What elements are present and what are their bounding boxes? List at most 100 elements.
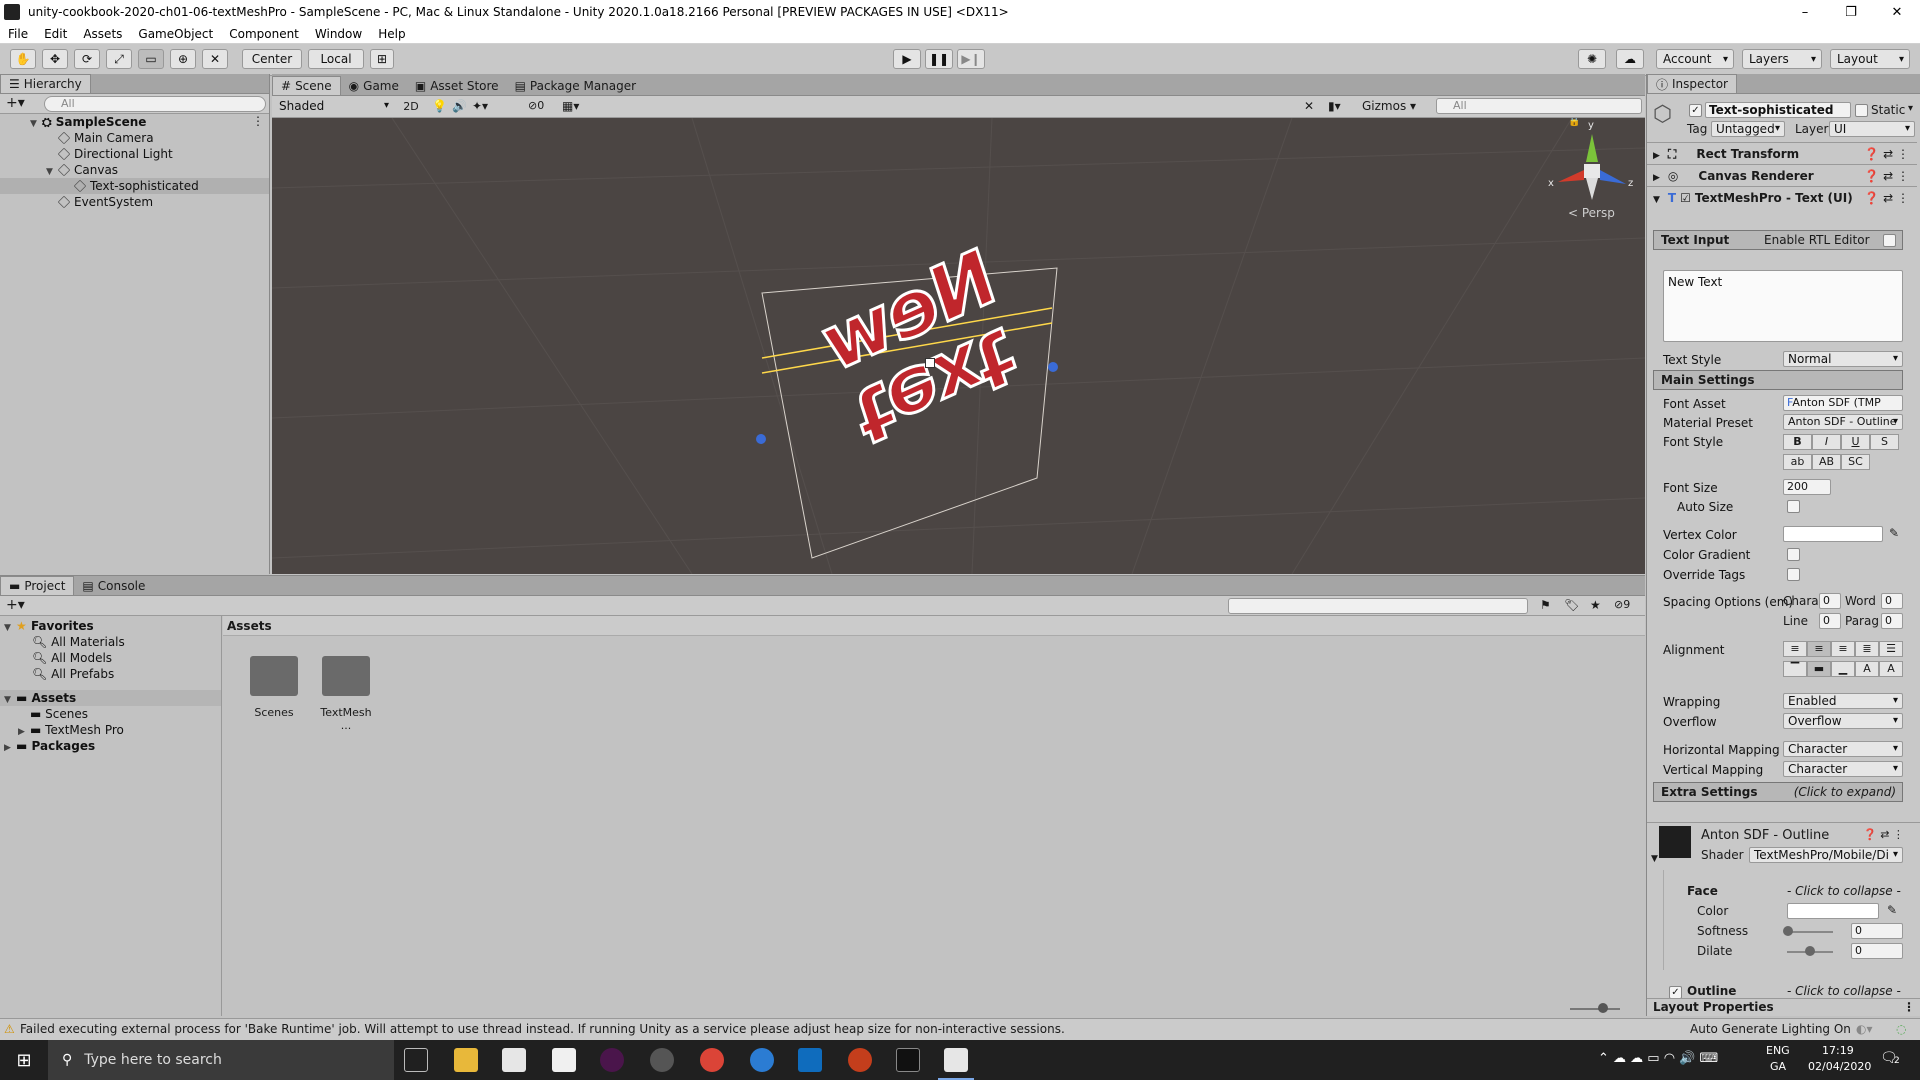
scene-search-input[interactable]: All [1436,98,1642,114]
kebab-menu-icon[interactable]: ⋮ [252,114,264,128]
tree-item-directional-light[interactable]: Directional Light [57,146,173,162]
filter-type-icon[interactable]: ⚑ [1540,598,1551,612]
expand-arrow-icon[interactable]: ▼ [4,692,16,708]
status-bar[interactable]: ⚠ Failed executing external process for … [0,1018,1920,1040]
tab-inspector[interactable]: ⓘ Inspector [1647,74,1737,93]
foldout-arrow-icon[interactable]: ▶ [1653,173,1660,183]
store-icon[interactable] [552,1048,576,1072]
tab-scene[interactable]: # Scene [272,76,341,95]
language-en[interactable]: ENG [1766,1044,1790,1057]
unity-hub-icon[interactable] [502,1048,526,1072]
transform-tool-icon[interactable]: ⊕ [170,49,196,69]
favorite-all-prefabs[interactable]: 🔍︎ All Prefabs [32,666,114,682]
component-canvas-renderer[interactable]: ▶ ◎ Canvas Renderer ❓ ⇄ ⋮ [1647,164,1917,186]
face-label[interactable]: Face [1687,884,1718,898]
text-input-header[interactable]: Text Input Enable RTL Editor [1653,230,1903,250]
vertical-mapping-dropdown[interactable]: Character [1783,761,1903,777]
create-icon[interactable]: +▾ [6,597,25,613]
maximize-button[interactable]: ❐ [1828,0,1874,24]
tab-project[interactable]: ▬ Project [0,576,75,595]
clock-date[interactable]: 02/04/2020 [1808,1060,1871,1073]
menu-file[interactable]: File [0,27,36,41]
align-center-icon[interactable]: ≡ [1807,641,1831,657]
menu-component[interactable]: Component [221,27,307,41]
material-actions-icon[interactable]: ❓ ⇄ ⋮ [1863,828,1904,841]
kebab-menu-icon[interactable]: ⋮ [1903,999,1915,1016]
menu-edit[interactable]: Edit [36,27,75,41]
tree-item-canvas[interactable]: ▼ Canvas [46,162,118,178]
component-actions-icon[interactable]: ❓ ⇄ ⋮ [1864,143,1909,165]
spacing-para-field[interactable]: 0 [1881,613,1903,629]
expand-arrow-icon[interactable]: ▼ [4,620,16,636]
play-button[interactable]: ▶ [893,49,921,69]
dilate-field[interactable]: 0 [1851,943,1903,959]
align-bottom-icon[interactable]: ▁ [1831,661,1855,677]
auto-size-checkbox[interactable] [1787,500,1800,513]
overflow-dropdown[interactable]: Overflow [1783,713,1903,729]
menu-assets[interactable]: Assets [75,27,130,41]
camera-icon[interactable]: ▮▾ [1328,99,1341,113]
account-dropdown[interactable]: Account ▾ [1656,49,1734,69]
underline-button[interactable]: U [1841,434,1870,450]
align-left-icon[interactable]: ≡ [1783,641,1807,657]
component-actions-icon[interactable]: ❓ ⇄ ⋮ [1864,187,1909,209]
smallcaps-button[interactable]: SC [1841,454,1870,470]
foldout-arrow-icon[interactable]: ▶ [1653,151,1660,161]
favorite-all-materials[interactable]: 🔍︎ All Materials [32,634,125,650]
italic-button[interactable]: I [1812,434,1841,450]
align-capline-icon[interactable]: A [1879,661,1903,677]
tag-dropdown[interactable]: Untagged [1711,121,1785,137]
assets-child-textmesh-pro[interactable]: ▶ ▬ TextMesh Pro [18,722,124,738]
shading-dropdown[interactable]: Shaded [275,99,393,115]
terminal-icon[interactable] [896,1048,920,1072]
audio-icon[interactable]: 🔊 [452,99,467,113]
face-collapse-hint[interactable]: - Click to collapse - [1787,884,1901,898]
close-button[interactable]: ✕ [1874,0,1920,24]
tree-item-scene[interactable]: ▼ ⛭ SampleScene [30,114,146,130]
assets-child-scenes[interactable]: ▬ Scenes [30,706,88,722]
chrome-icon[interactable] [700,1048,724,1072]
eyedropper-icon[interactable]: ✎ [1889,526,1899,540]
align-flush-icon[interactable]: ☰ [1879,641,1903,657]
component-actions-icon[interactable]: ❓ ⇄ ⋮ [1864,165,1909,187]
settings-app-icon[interactable] [650,1048,674,1072]
lowercase-button[interactable]: ab [1783,454,1812,470]
material-preset-dropdown[interactable]: Anton SDF - Outline [1783,414,1903,430]
pivot-handle[interactable] [925,358,935,368]
override-tags-checkbox[interactable] [1787,568,1800,581]
component-rect-transform[interactable]: ▶ ⛶ Rect Transform ❓ ⇄ ⋮ [1647,142,1917,164]
tree-item-event-system[interactable]: EventSystem [57,194,153,210]
favorites-item[interactable]: ▼ ★ Favorites [4,618,94,634]
main-settings-header[interactable]: Main Settings [1653,370,1903,390]
text-style-dropdown[interactable]: Normal [1783,351,1903,367]
packages-item[interactable]: ▶ ▬ Packages [4,738,95,754]
tab-package-manager[interactable]: ▤ Package Manager [507,76,645,95]
layers-dropdown[interactable]: Layers ▾ [1742,49,1822,69]
asset-folder-scenes[interactable]: Scenes [244,656,304,719]
minimize-button[interactable]: – [1782,0,1828,24]
favorite-all-models[interactable]: 🔍︎ All Models [32,650,112,666]
softness-field[interactable]: 0 [1851,923,1903,939]
component-textmeshpro[interactable]: ▼ T ☑ TextMeshPro - Text (UI) ❓ ⇄ ⋮ [1647,186,1917,209]
layer-dropdown[interactable]: UI [1829,121,1915,137]
scale-tool-icon[interactable]: ⤢ [106,49,132,69]
font-asset-field[interactable]: FAnton SDF (TMP [1783,395,1903,411]
windows-start-icon[interactable]: ⊞ [0,1040,48,1080]
icon-size-slider-handle[interactable] [1598,1003,1608,1013]
collab-icon[interactable]: ✺ [1578,49,1606,69]
clock-time[interactable]: 17:19 [1822,1044,1854,1057]
component-enabled-checkbox[interactable]: ☑ [1680,191,1691,205]
effects-icon[interactable]: ✦▾ [472,99,488,113]
lighting-icon[interactable]: 💡 [432,99,447,113]
color-gradient-checkbox[interactable] [1787,548,1800,561]
menu-gameobject[interactable]: GameObject [130,27,221,41]
expand-arrow-icon[interactable]: ▼ [30,116,42,132]
static-dropdown-icon[interactable]: ▾ [1908,103,1913,114]
step-button[interactable]: ▶❙ [957,49,985,69]
rect-handle[interactable] [1048,362,1058,372]
outlook-icon[interactable] [798,1048,822,1072]
cloud-icon[interactable]: ☁ [1616,49,1644,69]
align-right-icon[interactable]: ≡ [1831,641,1855,657]
vertex-color-swatch[interactable] [1783,526,1883,542]
hierarchy-search-input[interactable]: All [44,96,266,112]
